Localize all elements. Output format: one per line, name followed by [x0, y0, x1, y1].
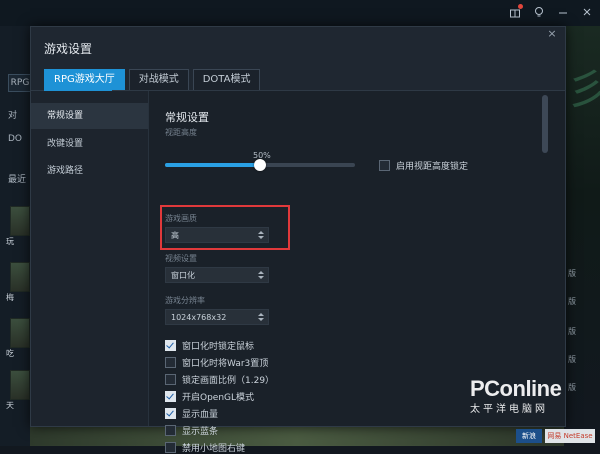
checkbox-icon[interactable] — [379, 160, 390, 171]
settings-dialog: 游戏设置 × RPG游戏大厅 对战模式 DOTA模式 常规设置 改键设置 游戏路… — [30, 26, 566, 454]
scrollbar-thumb[interactable] — [542, 95, 548, 153]
settings-main: 常规设置 视距高度 50% 启用视距高度锁定 游戏画质 高 视频设置 窗口化 游… — [149, 91, 551, 454]
view-height-lock-label: 启用视距高度锁定 — [396, 162, 469, 172]
option-label: 锁定画面比例（1.29） — [182, 376, 275, 386]
bg-right-label: 版 — [568, 355, 576, 364]
bg-thumb-label: 梅 — [6, 293, 14, 302]
sidebar-item-keybinds[interactable]: 改键设置 — [31, 131, 148, 157]
option-label: 窗口化时锁定鼠标 — [182, 342, 255, 352]
slider-fill — [165, 163, 260, 167]
settings-sidebar: 常规设置 改键设置 游戏路径 — [31, 91, 149, 426]
bg-thumb-label: 玩 — [6, 237, 14, 246]
checkbox-icon[interactable] — [165, 340, 176, 351]
bg-thumb-label: 吃 — [6, 349, 14, 358]
resolution-label: 游戏分辨率 — [165, 296, 205, 305]
bulb-icon[interactable] — [530, 3, 548, 21]
checkbox-icon[interactable] — [165, 357, 176, 368]
bg-tab-rpg[interactable]: RPG — [8, 74, 32, 92]
option-label: 开启OpenGL模式 — [182, 393, 255, 403]
bg-thumb[interactable] — [10, 262, 30, 292]
quality-select[interactable]: 高 — [165, 227, 269, 243]
bg-right-label: 版 — [568, 269, 576, 278]
bg-right-label: 版 — [568, 297, 576, 306]
netease-logo: 网易 NetEase — [545, 429, 595, 443]
option-label: 禁用小地图右键 — [182, 444, 246, 454]
option-label: 显示血量 — [182, 410, 219, 420]
close-icon[interactable]: × — [545, 27, 559, 41]
quality-value: 高 — [171, 231, 179, 240]
tab-dota-mode[interactable]: DOTA模式 — [192, 69, 261, 91]
dialog-content: 常规设置 改键设置 游戏路径 常规设置 视距高度 50% 启用视距高度锁定 游戏… — [31, 91, 565, 454]
option-lock-mouse[interactable]: 窗口化时锁定鼠标 — [165, 339, 254, 352]
option-disable-minimap-rightclick[interactable]: 禁用小地图右键 — [165, 441, 245, 454]
bg-thumb[interactable] — [10, 318, 30, 348]
dialog-header: 游戏设置 × — [31, 27, 565, 67]
slider-handle[interactable] — [254, 159, 266, 171]
checkbox-icon[interactable] — [165, 408, 176, 419]
resolution-value: 1024x768x32 — [171, 313, 227, 322]
bg-right-label: 版 — [568, 327, 576, 336]
view-height-lock-toggle[interactable]: 启用视距高度锁定 — [379, 159, 468, 172]
tab-rpg-lobby[interactable]: RPG游戏大厅 — [44, 69, 125, 91]
option-opengl[interactable]: 开启OpenGL模式 — [165, 390, 254, 403]
chevron-updown-icon — [258, 230, 264, 240]
sina-logo: 新浪 — [516, 429, 542, 443]
decorative-glyph: 彡 — [566, 65, 600, 114]
checkbox-icon[interactable] — [165, 374, 176, 385]
bg-thumb[interactable] — [10, 206, 30, 236]
option-show-hp[interactable]: 显示血量 — [165, 407, 218, 420]
display-mode-value: 窗口化 — [171, 271, 195, 280]
bg-tab-recent[interactable]: 最近 — [8, 172, 30, 185]
background-right-panel: 彡 版 版 版 版 版 — [564, 26, 600, 446]
app-titlebar — [0, 0, 600, 26]
bg-thumb[interactable] — [10, 370, 30, 400]
display-mode-label: 视频设置 — [165, 254, 197, 263]
dialog-title: 游戏设置 — [44, 42, 93, 56]
background-left-panel: RPG 对 DO 最近 玩 梅 吃 天 — [0, 26, 32, 446]
section-title: 常规设置 — [165, 111, 209, 124]
quality-label: 游戏画质 — [165, 214, 197, 223]
gift-icon[interactable] — [506, 3, 524, 21]
checkbox-icon[interactable] — [165, 442, 176, 453]
option-war3-topmost[interactable]: 窗口化时将War3置顶 — [165, 356, 268, 369]
chevron-updown-icon — [258, 270, 264, 280]
bg-right-label: 版 — [568, 383, 576, 392]
view-height-label: 视距高度 — [165, 128, 197, 137]
app-close-icon[interactable] — [578, 3, 596, 21]
bg-tab-versus[interactable]: 对 — [8, 108, 30, 121]
mode-tabs: RPG游戏大厅 对战模式 DOTA模式 — [44, 69, 261, 91]
sidebar-item-game-path[interactable]: 游戏路径 — [31, 158, 148, 184]
checkbox-icon[interactable] — [165, 391, 176, 402]
minimize-icon[interactable] — [554, 3, 572, 21]
window-controls — [506, 3, 596, 21]
bg-thumb-label: 天 — [6, 401, 14, 410]
option-show-mana[interactable]: 显示蓝条 — [165, 424, 218, 437]
chevron-updown-icon — [258, 312, 264, 322]
resolution-select[interactable]: 1024x768x32 — [165, 309, 269, 325]
bg-tab-dota[interactable]: DO — [8, 134, 30, 144]
view-height-slider[interactable] — [165, 159, 355, 171]
checkbox-icon[interactable] — [165, 425, 176, 436]
option-label: 显示蓝条 — [182, 427, 219, 437]
tab-versus-mode[interactable]: 对战模式 — [128, 69, 189, 91]
settings-scrollbar[interactable] — [542, 93, 548, 421]
background-bottom-strip — [30, 425, 564, 446]
sidebar-item-general[interactable]: 常规设置 — [31, 103, 148, 129]
option-label: 窗口化时将War3置顶 — [182, 359, 269, 369]
option-lock-aspect[interactable]: 锁定画面比例（1.29） — [165, 373, 274, 386]
display-mode-select[interactable]: 窗口化 — [165, 267, 269, 283]
